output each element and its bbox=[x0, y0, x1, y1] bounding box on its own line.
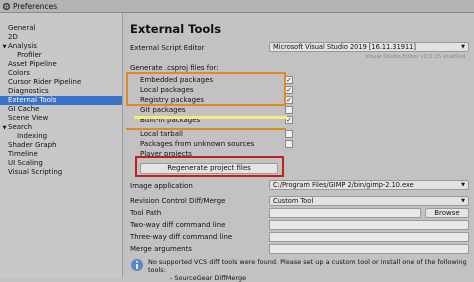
sidebar-item-label: Shader Graph bbox=[8, 141, 57, 149]
sidebar-item-label: GI Cache bbox=[8, 105, 40, 113]
sidebar-item-label: Analysis bbox=[8, 42, 37, 50]
sidebar-item-label: Scene View bbox=[8, 114, 49, 122]
script-editor-dropdown[interactable]: Microsoft Visual Studio 2019 [16.11.3191… bbox=[269, 42, 469, 52]
sidebar-item-label: 2D bbox=[8, 33, 18, 41]
image-application-dropdown[interactable]: C:/Program Files/GIMP 2/bin/gimp-2.10.ex… bbox=[269, 180, 469, 190]
sidebar-item-timeline[interactable]: Timeline bbox=[0, 150, 122, 159]
sidebar-item-ui-scaling[interactable]: UI Scaling bbox=[0, 159, 122, 168]
three-way-diff-label: Three-way diff command line bbox=[130, 233, 233, 241]
help-line-2: tools: bbox=[148, 266, 166, 274]
revision-tool-dropdown[interactable]: Custom Tool ▼ bbox=[269, 196, 469, 206]
sidebar-item-visual-scripting[interactable]: Visual Scripting bbox=[0, 168, 122, 177]
sidebar-item-asset-pipeline[interactable]: Asset Pipeline bbox=[0, 60, 122, 69]
help-line-3: - SourceGear DiffMerge bbox=[170, 274, 247, 282]
info-icon bbox=[131, 259, 143, 271]
image-application-value: C:/Program Files/GIMP 2/bin/gimp-2.10.ex… bbox=[273, 181, 414, 189]
settings-gear-icon bbox=[2, 2, 11, 11]
sidebar-item-2d[interactable]: 2D bbox=[0, 33, 122, 42]
page-title: External Tools bbox=[130, 22, 222, 36]
package-row: Git packages bbox=[140, 105, 293, 115]
orange-highlight-box bbox=[126, 72, 286, 106]
merge-arguments-input[interactable] bbox=[269, 244, 469, 254]
package-label: Local tarball bbox=[140, 130, 183, 138]
package-checkbox[interactable] bbox=[285, 130, 293, 138]
vcs-help-box: No supported VCS diff tools were found. … bbox=[130, 258, 470, 282]
sidebar-item-search[interactable]: ▼ Search bbox=[0, 123, 122, 132]
editor-version-note: Visual Studio Editor v2.0.15 enabled bbox=[365, 54, 466, 60]
package-row: Packages from unknown sources bbox=[140, 139, 293, 149]
sidebar-item-analysis[interactable]: ▼ Analysis bbox=[0, 42, 122, 51]
window-title: Preferences bbox=[13, 2, 58, 11]
sidebar-item-label: General bbox=[8, 24, 36, 32]
sidebar-item-cursor-rider-pipeline[interactable]: Cursor Rider Pipeline bbox=[0, 78, 122, 87]
orange-underline-highlight bbox=[126, 128, 286, 130]
script-editor-value: Microsoft Visual Studio 2019 [16.11.3191… bbox=[273, 43, 416, 51]
tool-path-label: Tool Path bbox=[130, 209, 162, 217]
image-application-label: Image application bbox=[130, 182, 193, 190]
script-editor-label: External Script Editor bbox=[130, 44, 205, 52]
sidebar-item-label: Timeline bbox=[8, 150, 38, 158]
browse-button[interactable]: Browse bbox=[425, 208, 469, 218]
package-label: Packages from unknown sources bbox=[140, 140, 255, 148]
sidebar: General 2D ▼ Analysis Profiler Asset Pipeline… bbox=[0, 13, 123, 278]
sidebar-item-diagnostics[interactable]: Diagnostics bbox=[0, 87, 122, 96]
chevron-down-icon: ▼ bbox=[461, 198, 465, 204]
package-row: Local tarball bbox=[140, 129, 293, 139]
sidebar-item-label: Profiler bbox=[17, 51, 42, 59]
yellow-underline-highlight bbox=[134, 116, 287, 119]
two-way-diff-label: Two-way diff command line bbox=[130, 221, 226, 229]
chevron-down-icon: ▼ bbox=[461, 44, 465, 50]
sidebar-item-label: Asset Pipeline bbox=[8, 60, 57, 68]
package-checkbox[interactable]: ✓ bbox=[285, 86, 293, 94]
title-bar: Preferences bbox=[0, 0, 474, 13]
package-checkbox[interactable] bbox=[285, 140, 293, 148]
sidebar-item-label: External Tools bbox=[8, 96, 57, 104]
external-tools-panel: External Tools External Script Editor Mi… bbox=[124, 13, 474, 282]
sidebar-item-indexing[interactable]: Indexing bbox=[0, 132, 122, 141]
sidebar-item-label: Diagnostics bbox=[8, 87, 49, 95]
red-highlight-box bbox=[135, 156, 284, 177]
sidebar-item-external-tools[interactable]: External Tools bbox=[0, 96, 122, 105]
tool-path-input[interactable] bbox=[269, 208, 421, 218]
sidebar-item-general[interactable]: General bbox=[0, 24, 122, 33]
sidebar-item-profiler[interactable]: Profiler bbox=[0, 51, 122, 60]
sidebar-item-label: Search bbox=[8, 123, 33, 131]
package-checkbox[interactable]: ✓ bbox=[285, 96, 293, 104]
sidebar-item-gi-cache[interactable]: GI Cache bbox=[0, 105, 122, 114]
revision-tool-value: Custom Tool bbox=[273, 197, 314, 205]
sidebar-item-scene-view[interactable]: Scene View bbox=[0, 114, 122, 123]
sidebar-item-colors[interactable]: Colors bbox=[0, 69, 122, 78]
sidebar-item-shader-graph[interactable]: Shader Graph bbox=[0, 141, 122, 150]
preferences-window: Preferences General 2D ▼ Analysis Profiler As… bbox=[0, 0, 474, 282]
sidebar-item-label: Indexing bbox=[17, 132, 48, 140]
package-checkbox[interactable]: ✓ bbox=[285, 76, 293, 84]
merge-arguments-label: Merge arguments bbox=[130, 245, 192, 253]
revision-tool-label: Revision Control Diff/Merge bbox=[130, 197, 226, 205]
three-way-diff-input[interactable] bbox=[269, 232, 469, 242]
sidebar-item-label: UI Scaling bbox=[8, 159, 43, 167]
package-checkbox[interactable] bbox=[285, 106, 293, 114]
package-label: Git packages bbox=[140, 106, 186, 114]
help-line-1: No supported VCS diff tools were found. … bbox=[148, 258, 467, 266]
sidebar-item-label: Visual Scripting bbox=[8, 168, 63, 176]
two-way-diff-input[interactable] bbox=[269, 220, 469, 230]
generate-label: Generate .csproj files for: bbox=[130, 64, 219, 72]
chevron-down-icon: ▼ bbox=[461, 182, 465, 188]
sidebar-item-label: Cursor Rider Pipeline bbox=[8, 78, 82, 86]
sidebar-item-label: Colors bbox=[8, 69, 30, 77]
